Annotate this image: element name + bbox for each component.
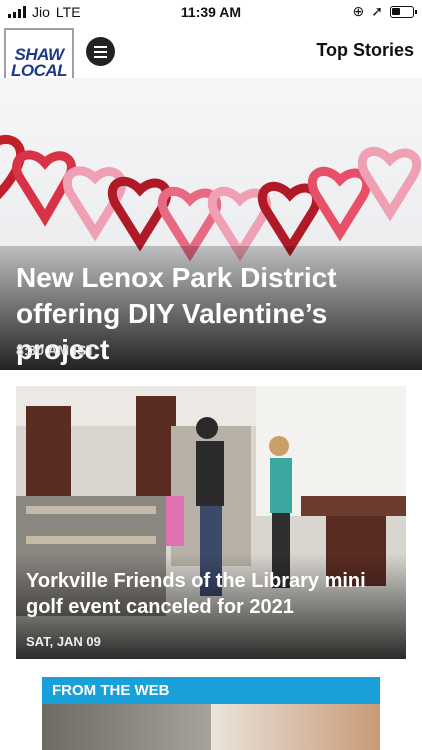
hero-story-card[interactable]: New Lenox Park District offering DIY Val… <box>0 78 422 370</box>
location-arrow-icon: ➚ <box>371 3 383 19</box>
menu-button[interactable] <box>86 37 115 66</box>
from-the-web-module[interactable]: FROM THE WEB <box>42 677 380 750</box>
orientation-lock-icon: ⊕ <box>352 3 365 19</box>
story-headline[interactable]: Yorkville Friends of the Library mini go… <box>26 568 398 620</box>
hero-timestamp: 8:30 AM IST <box>16 342 95 358</box>
section-title: Top Stories <box>316 40 414 60</box>
hamburger-icon <box>94 45 107 48</box>
status-bar: Jio LTE 11:39 AM ⊕ ➚ <box>0 0 422 24</box>
web-thumbnail[interactable] <box>42 704 211 750</box>
from-the-web-label: FROM THE WEB <box>42 677 380 704</box>
story-date: SAT, JAN 09 <box>26 634 101 649</box>
web-thumbnail[interactable] <box>211 704 380 750</box>
story-card[interactable]: Yorkville Friends of the Library mini go… <box>16 386 406 659</box>
app-header: SHAW LOCAL Top Stories <box>0 24 422 98</box>
from-the-web-thumbnails[interactable] <box>42 704 380 750</box>
status-icons: ⊕ ➚ <box>352 3 417 20</box>
logo-line-2: LOCAL <box>10 61 68 80</box>
battery-icon <box>390 5 417 18</box>
